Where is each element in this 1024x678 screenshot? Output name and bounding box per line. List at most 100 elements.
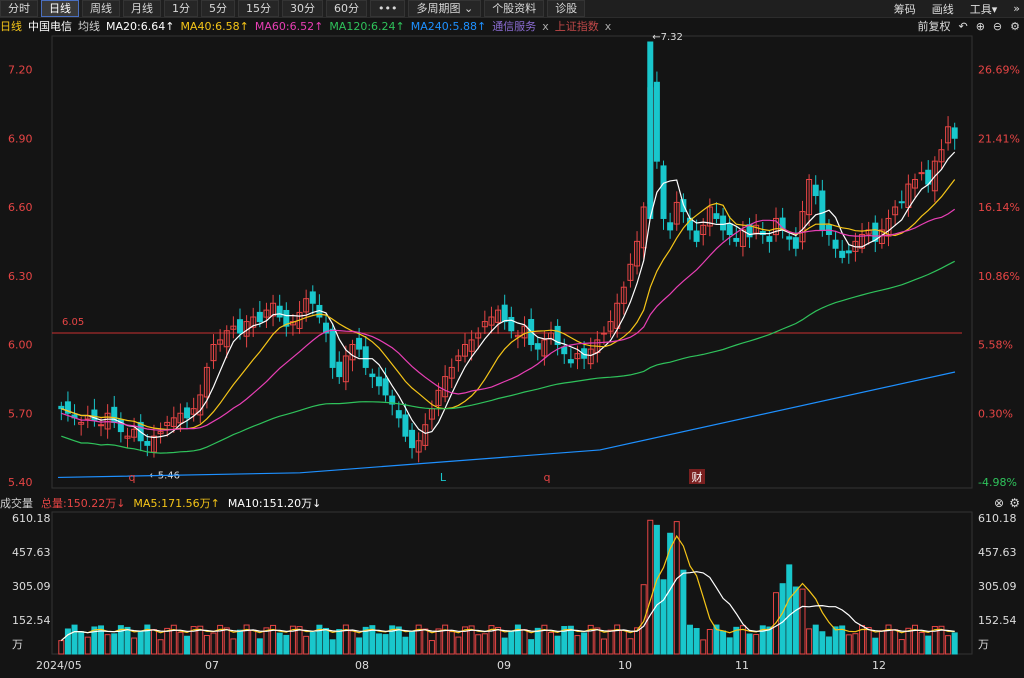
volume-bar	[157, 639, 164, 655]
candle-body	[792, 237, 799, 249]
candle-body	[534, 343, 541, 350]
volume-bar	[71, 624, 78, 655]
volume-bar	[409, 631, 416, 655]
candle-body	[832, 239, 839, 249]
volume-bar	[746, 633, 753, 655]
volume-bar	[111, 633, 118, 655]
volume-bar	[878, 630, 885, 655]
candle-body	[839, 250, 846, 258]
volume-bar	[521, 629, 528, 655]
volume-bar	[845, 634, 852, 655]
volume-bar	[686, 624, 693, 655]
event-marker: q	[544, 471, 551, 484]
candle-body	[653, 81, 660, 162]
volume-bar	[528, 639, 535, 655]
volume-tick-label: 152.54	[978, 614, 1017, 627]
candle-body	[501, 304, 508, 323]
pct-tick-label: 10.86%	[978, 270, 1020, 283]
candle-body	[898, 201, 905, 204]
volume-tick-label: 457.63	[978, 546, 1017, 559]
x-axis-label: 12	[872, 659, 886, 672]
volume-bar	[131, 637, 138, 655]
volume-tick-label: 152.54	[12, 614, 51, 627]
volume-bar	[726, 637, 733, 655]
volume-bar	[223, 627, 230, 655]
event-marker: q	[129, 471, 136, 484]
volume-bar	[164, 627, 171, 655]
volume-bar	[647, 519, 654, 655]
volume-bar	[898, 639, 905, 655]
price-tick-label: 5.70	[8, 407, 33, 420]
volume-bar	[124, 626, 131, 655]
volume-bar	[925, 635, 932, 655]
candle-body	[600, 332, 607, 335]
volume-bar	[667, 532, 674, 655]
candle-body	[951, 127, 958, 139]
volume-bar	[792, 586, 799, 655]
volume-bar	[495, 626, 502, 655]
reference-line-label: 6.05	[62, 317, 84, 328]
volume-bar	[753, 634, 760, 655]
volume-bar	[230, 638, 237, 655]
volume-bar	[422, 628, 429, 655]
volume-bar	[594, 627, 601, 655]
candle-body	[58, 405, 65, 410]
volume-bar	[832, 626, 839, 655]
volume-bar	[250, 629, 257, 655]
candle-body	[660, 165, 667, 219]
candle-body	[184, 407, 191, 419]
volume-bar	[812, 624, 819, 655]
volume-bar	[84, 636, 91, 655]
volume-bar	[236, 629, 243, 655]
candle-body	[713, 213, 720, 219]
volume-bar	[395, 626, 402, 655]
volume-bar	[951, 632, 958, 655]
volume-bar	[548, 631, 555, 655]
candle-body	[362, 346, 369, 368]
volume-bar	[581, 632, 588, 655]
volume-bar	[680, 569, 687, 655]
price-tick-label: 6.60	[8, 201, 33, 214]
event-marker: L	[440, 471, 447, 484]
volume-bar	[640, 584, 647, 655]
volume-bar	[137, 630, 144, 655]
price-tick-label: 5.40	[8, 476, 33, 489]
price-frame	[51, 35, 973, 489]
volume-ma5-line	[60, 534, 955, 642]
volume-bar	[375, 633, 382, 655]
volume-bar	[336, 629, 343, 655]
volume-bar	[819, 631, 826, 655]
price-tick-label: 6.30	[8, 270, 33, 283]
volume-bar	[806, 628, 813, 655]
candle-body	[375, 376, 382, 387]
volume-tick-label: 610.18	[978, 512, 1017, 525]
candle-body	[98, 424, 105, 427]
volume-bar	[534, 627, 541, 655]
candle-body	[402, 414, 409, 437]
candle-body	[726, 223, 733, 235]
volume-bar	[918, 631, 925, 655]
volume-bar	[303, 635, 310, 655]
volume-bar	[700, 639, 707, 655]
volume-tick-label: 457.63	[12, 546, 51, 559]
volume-bar	[276, 632, 283, 655]
volume-bar	[150, 629, 157, 655]
volume-bar	[329, 639, 336, 655]
kline-chart[interactable]: 7.20 26.69% 6.90 21.41% 6.60 16.14% 6.30 10.86%…	[0, 0, 1024, 678]
candle-body	[409, 429, 416, 449]
candle-body	[329, 328, 336, 368]
pct-tick-label: 5.58%	[978, 339, 1013, 352]
candle-body	[256, 311, 263, 323]
volume-bar	[501, 637, 508, 655]
candle-body	[786, 236, 793, 240]
volume-bar	[673, 521, 680, 655]
volume-bar	[693, 628, 700, 655]
event-marker: 财	[692, 470, 703, 484]
volume-bar	[309, 631, 316, 655]
candle-body	[766, 236, 773, 242]
volume-bar	[653, 524, 660, 655]
volume-bar	[481, 633, 488, 655]
volume-bar	[554, 635, 561, 655]
candle-body	[336, 361, 343, 378]
volume-bar	[64, 628, 71, 655]
